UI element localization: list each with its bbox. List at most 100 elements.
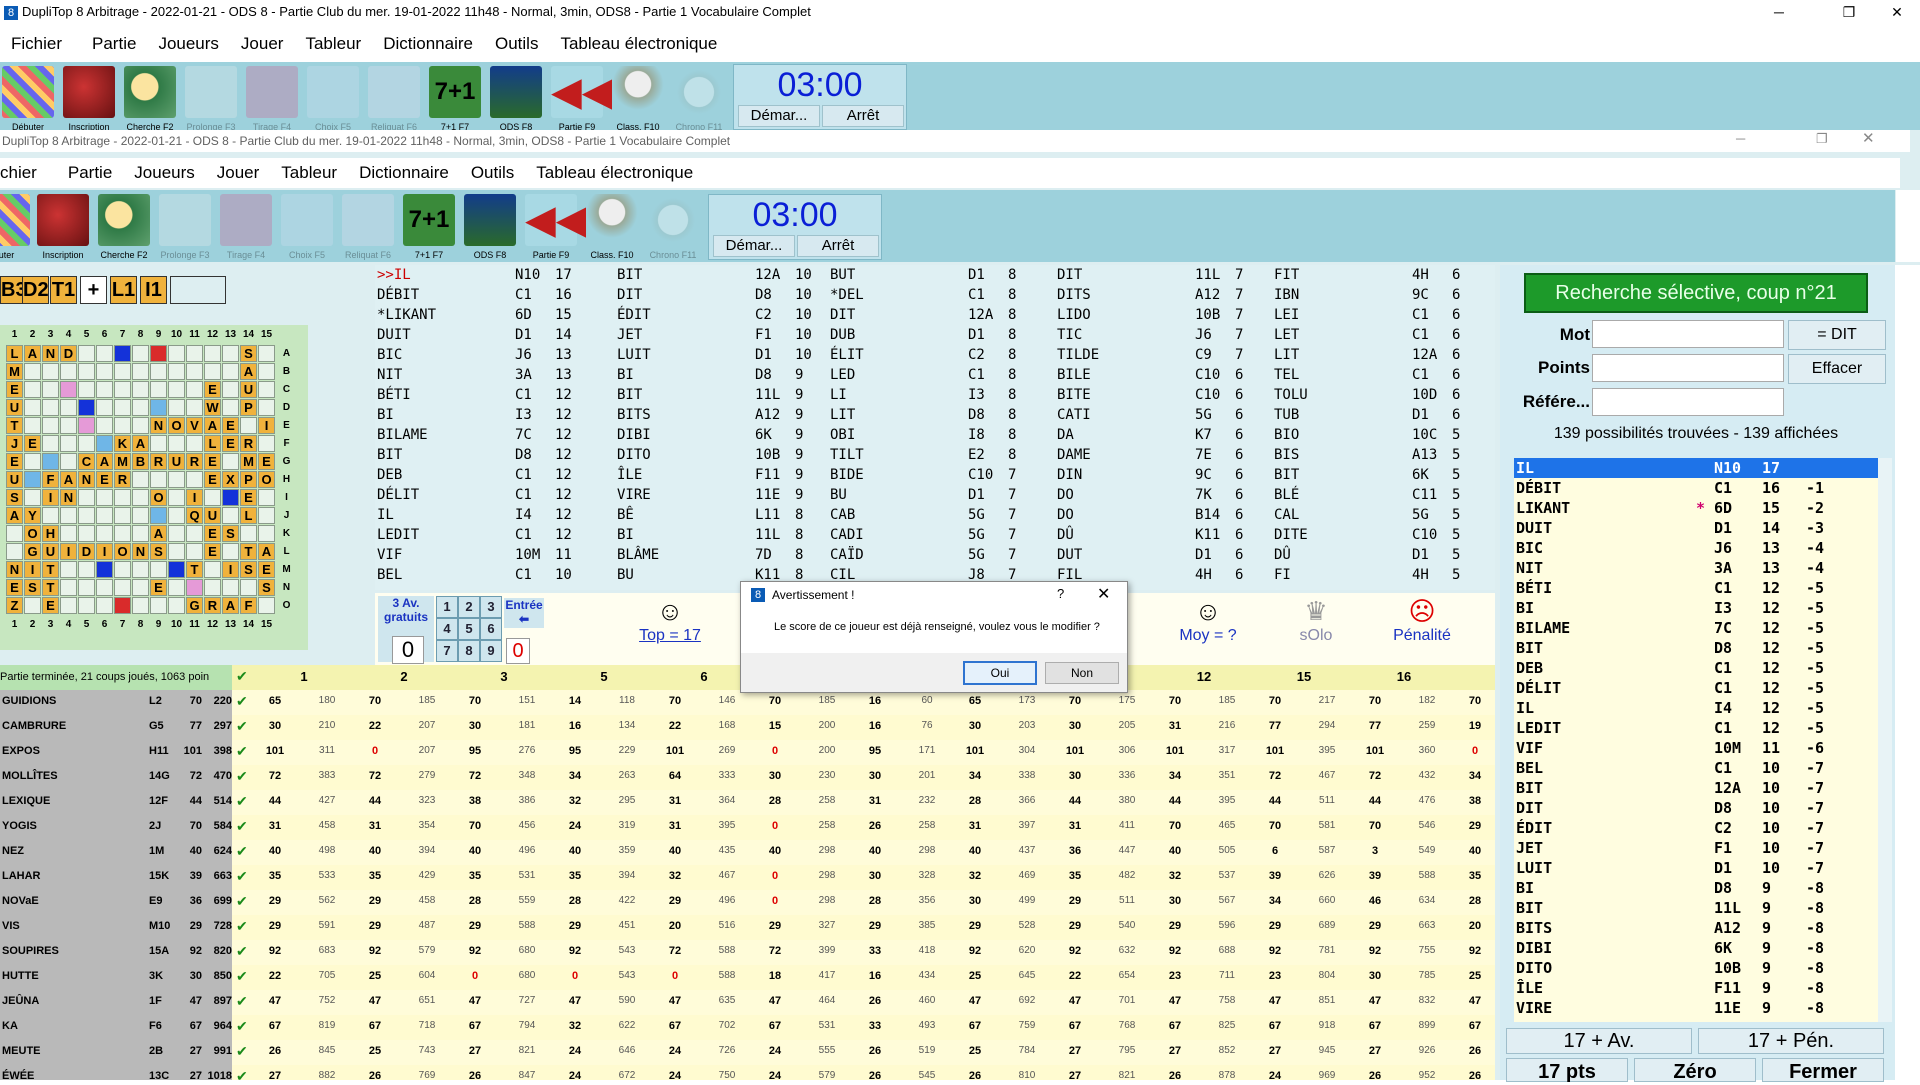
round-score[interactable]: 24 bbox=[654, 1045, 696, 1057]
board-tile[interactable]: A bbox=[240, 363, 257, 380]
round-score[interactable]: 72 bbox=[1354, 770, 1396, 782]
board-square[interactable] bbox=[78, 525, 95, 542]
board-square[interactable] bbox=[78, 381, 95, 398]
board-tile[interactable]: E bbox=[6, 453, 23, 470]
solo-button[interactable]: ♛ sOlo bbox=[1280, 596, 1352, 664]
board-square[interactable] bbox=[240, 417, 257, 434]
round-score[interactable]: 0 bbox=[354, 745, 396, 757]
round-score[interactable]: 27 bbox=[1154, 1045, 1196, 1057]
board-tile[interactable]: R bbox=[150, 453, 167, 470]
board-tile[interactable]: U bbox=[42, 543, 59, 560]
close-panel-button[interactable]: Fermer bbox=[1762, 1058, 1884, 1083]
inner-minimize-icon[interactable]: ─ bbox=[1736, 131, 1745, 146]
word-row[interactable]: LEDIT C1 12 bbox=[375, 525, 585, 545]
result-row[interactable]: DIBI 6K 9 -8 bbox=[1514, 938, 1878, 958]
board-square[interactable] bbox=[222, 381, 239, 398]
board-tile[interactable]: M bbox=[114, 453, 131, 470]
board-tile[interactable]: I bbox=[24, 561, 41, 578]
round-score[interactable]: 44 bbox=[1154, 795, 1196, 807]
round-score[interactable]: 101 bbox=[654, 745, 696, 757]
board-tile[interactable]: P bbox=[240, 399, 257, 416]
board-square[interactable] bbox=[258, 525, 275, 542]
word-row[interactable]: DIBI 6K 9 bbox=[615, 425, 825, 445]
board-square[interactable] bbox=[132, 579, 149, 596]
word-row[interactable]: BIC J6 13 bbox=[375, 345, 585, 365]
board-tile[interactable]: U bbox=[204, 507, 221, 524]
board-square[interactable] bbox=[114, 399, 131, 416]
result-row[interactable]: DIT D8 10 -7 bbox=[1514, 798, 1878, 818]
board-tile[interactable]: U bbox=[168, 453, 185, 470]
board-square[interactable] bbox=[96, 381, 113, 398]
word-row[interactable]: TILT E2 8 bbox=[828, 445, 1038, 465]
board-tile[interactable]: A bbox=[132, 435, 149, 452]
inner-choice-button[interactable]: Choix F5 bbox=[281, 194, 333, 260]
menu-tableau-electronique[interactable]: Tableau électronique bbox=[560, 30, 717, 58]
round-score[interactable]: 92 bbox=[954, 945, 996, 957]
round-score[interactable]: 36 bbox=[1054, 845, 1096, 857]
board-square[interactable] bbox=[24, 471, 41, 488]
board-tile[interactable]: U bbox=[6, 471, 23, 488]
result-row[interactable]: VIRE 11E 9 -8 bbox=[1514, 998, 1878, 1018]
round-score[interactable]: 92 bbox=[1254, 945, 1296, 957]
search-button[interactable]: Cherche F2 bbox=[124, 66, 176, 132]
board-tile[interactable]: I bbox=[258, 417, 275, 434]
round-score[interactable]: 0 bbox=[454, 970, 496, 982]
round-score[interactable]: 30 bbox=[1354, 970, 1396, 982]
round-score[interactable]: 35 bbox=[254, 870, 296, 882]
board-square[interactable] bbox=[6, 525, 23, 542]
no-button[interactable]: Non bbox=[1045, 662, 1119, 684]
round-score[interactable]: 27 bbox=[454, 1045, 496, 1057]
word-row[interactable]: DITE C10 5 bbox=[1272, 525, 1482, 545]
yes-button[interactable]: Oui bbox=[963, 661, 1037, 685]
board-square[interactable] bbox=[168, 471, 185, 488]
board-square[interactable] bbox=[186, 435, 203, 452]
board-square[interactable] bbox=[114, 579, 131, 596]
board-tile[interactable]: O bbox=[114, 543, 131, 560]
board-square[interactable] bbox=[168, 507, 185, 524]
result-row[interactable]: ÎLE F11 9 -8 bbox=[1514, 978, 1878, 998]
board-tile[interactable]: E bbox=[222, 435, 239, 452]
board-square[interactable] bbox=[240, 579, 257, 596]
round-score[interactable]: 32 bbox=[554, 795, 596, 807]
board-square[interactable] bbox=[204, 345, 221, 362]
round-score[interactable]: 26 bbox=[854, 1045, 896, 1057]
word-row[interactable]: OBI I8 8 bbox=[828, 425, 1038, 445]
board-square[interactable] bbox=[168, 597, 185, 614]
word-row[interactable]: DIT 12A 8 bbox=[828, 305, 1038, 325]
result-row[interactable]: BIC J6 13 -4 bbox=[1514, 538, 1878, 558]
result-row[interactable]: IL I4 12 -5 bbox=[1514, 698, 1878, 718]
choice-button[interactable]: Choix F5 bbox=[307, 66, 359, 132]
round-score[interactable]: 26 bbox=[1354, 1070, 1396, 1080]
round-score[interactable]: 70 bbox=[454, 820, 496, 832]
round-score[interactable]: 92 bbox=[554, 945, 596, 957]
board-tile[interactable]: J bbox=[6, 435, 23, 452]
word-row[interactable]: DÛ K11 6 bbox=[1055, 525, 1265, 545]
board-tile[interactable]: A bbox=[24, 345, 41, 362]
board-square[interactable] bbox=[78, 579, 95, 596]
menu-jouer[interactable]: Jouer bbox=[241, 30, 284, 58]
round-score[interactable]: 28 bbox=[954, 795, 996, 807]
board-tile[interactable]: E bbox=[6, 381, 23, 398]
round-score[interactable]: 92 bbox=[454, 945, 496, 957]
board-square[interactable] bbox=[186, 381, 203, 398]
round-score[interactable]: 101 bbox=[1154, 745, 1196, 757]
round-score[interactable]: 24 bbox=[1254, 1070, 1296, 1080]
round-score[interactable]: 35 bbox=[554, 870, 596, 882]
round-score[interactable]: 47 bbox=[1054, 995, 1096, 1007]
word-row[interactable]: LUIT D1 10 bbox=[615, 345, 825, 365]
board-square[interactable] bbox=[132, 381, 149, 398]
round-score[interactable]: 47 bbox=[1454, 995, 1495, 1007]
round-score[interactable]: 24 bbox=[754, 1045, 796, 1057]
board-square[interactable] bbox=[132, 471, 149, 488]
penalty-button[interactable]: ☹ Pénalité bbox=[1386, 596, 1458, 664]
round-score[interactable]: 26 bbox=[854, 1070, 896, 1080]
enter-button[interactable]: Entrée ⬅ bbox=[504, 598, 544, 628]
round-score[interactable]: 25 bbox=[954, 1045, 996, 1057]
round-score[interactable]: 25 bbox=[354, 1045, 396, 1057]
round-score[interactable]: 31 bbox=[354, 820, 396, 832]
word-row[interactable]: BIDE C10 7 bbox=[828, 465, 1038, 485]
inner-close-icon[interactable]: ✕ bbox=[1862, 129, 1875, 147]
board-square[interactable] bbox=[150, 345, 167, 362]
round-score[interactable]: 67 bbox=[754, 1020, 796, 1032]
keypad-key[interactable]: 9 bbox=[480, 640, 502, 662]
